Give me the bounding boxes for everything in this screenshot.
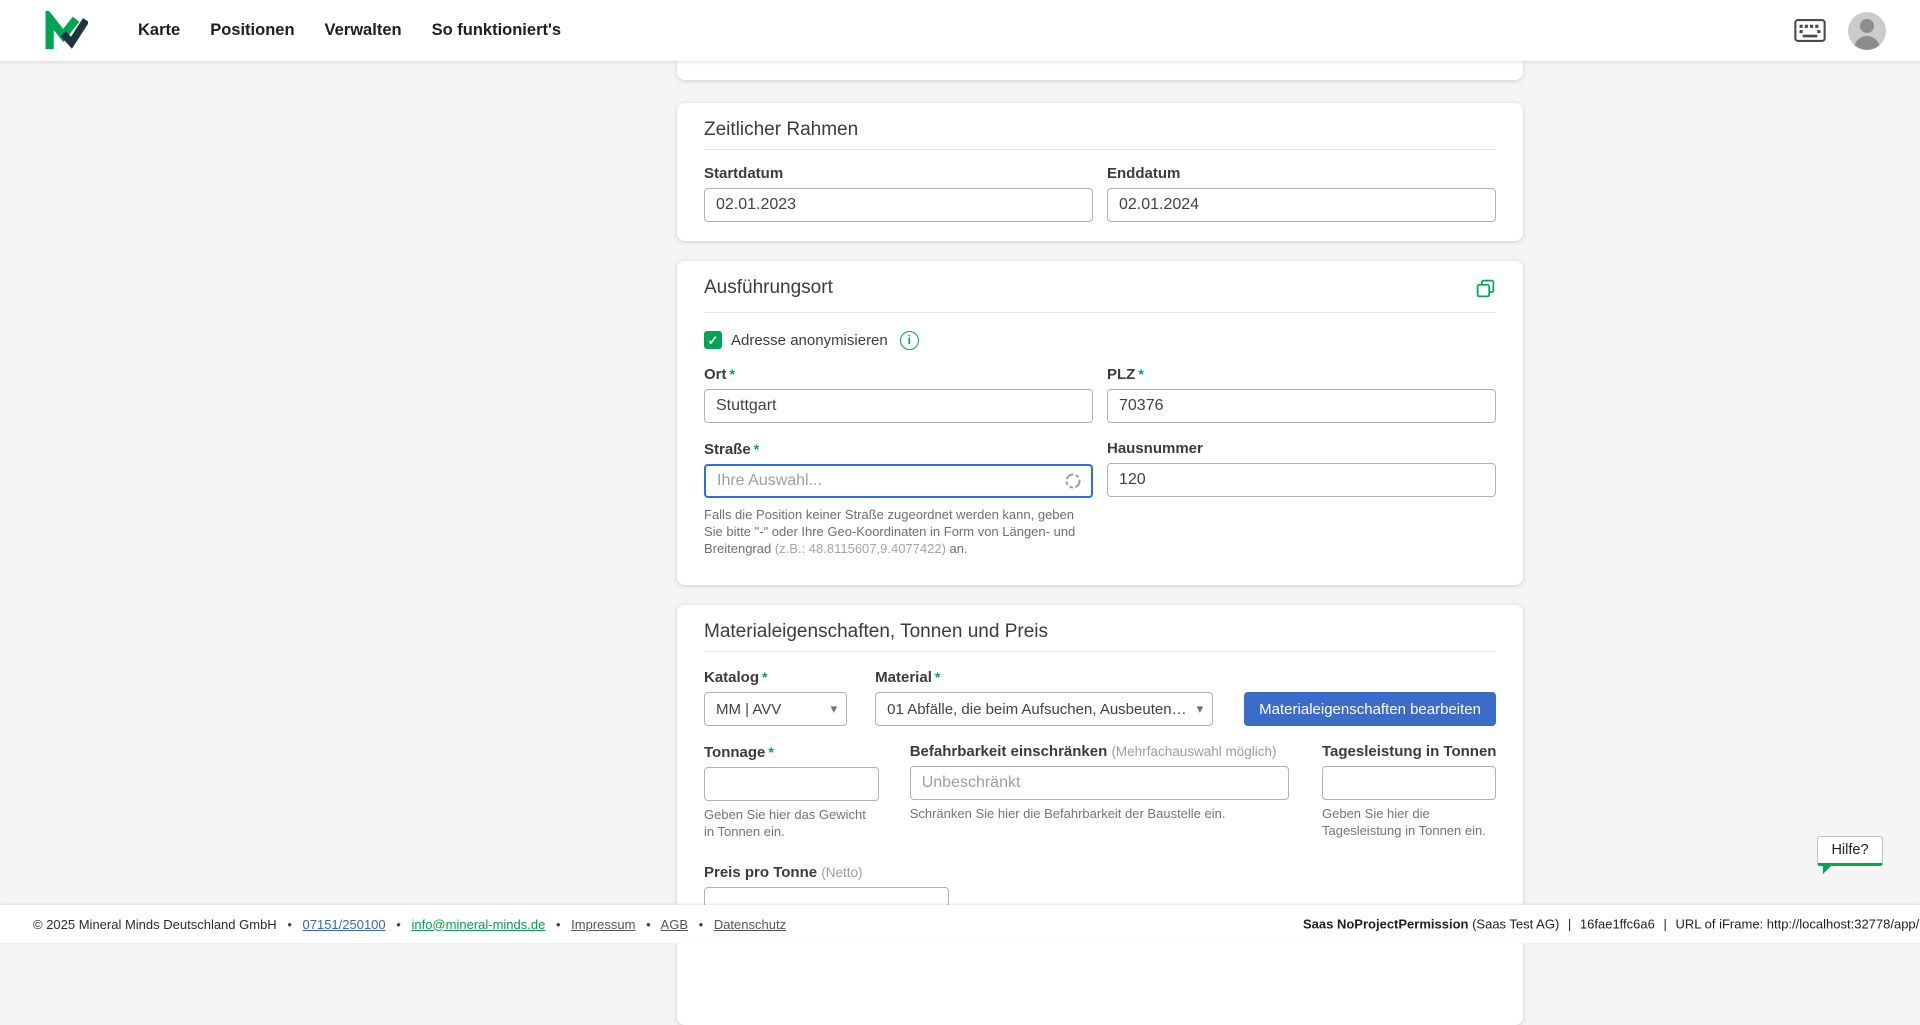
footer: © 2025 Mineral Minds Deutschland GmbH • … <box>0 905 1920 943</box>
required-marker: * <box>762 669 767 685</box>
info-icon[interactable]: i <box>900 331 919 350</box>
startdatum-input[interactable] <box>704 188 1093 222</box>
datenschutz-link[interactable]: Datenschutz <box>714 917 786 932</box>
strasse-field: Straße* <box>704 440 1093 498</box>
strasse-input[interactable] <box>704 464 1093 498</box>
anonymize-checkbox[interactable]: ✓ <box>704 331 722 349</box>
strasse-label: Straße* <box>704 440 1093 459</box>
preis-label: Preis pro Tonne (Netto) <box>704 864 949 882</box>
plz-label: PLZ* <box>1107 365 1496 384</box>
app-permission-text: Saas NoProjectPermission <box>1303 917 1468 932</box>
ort-label: Ort* <box>704 365 1093 384</box>
enddatum-field: Enddatum <box>1107 165 1496 222</box>
befahrbarkeit-helper-text: Schränken Sie hier die Befahrbarkeit der… <box>910 805 1289 822</box>
required-marker: * <box>768 744 773 760</box>
tagesleistung-input[interactable] <box>1322 766 1496 800</box>
required-marker: * <box>754 441 759 457</box>
phone-link[interactable]: 07151/250100 <box>303 917 386 932</box>
plz-field: PLZ* <box>1107 365 1496 423</box>
user-avatar[interactable] <box>1848 12 1886 50</box>
card-zeitlicher-rahmen: Zeitlicher Rahmen Startdatum Enddatum <box>677 103 1523 241</box>
strasse-helper-text: Falls die Position keiner Straße zugeord… <box>704 506 1086 557</box>
preis-hint: (Netto) <box>821 865 862 880</box>
iframe-url-text: URL of iFrame: http://localhost:32778/ap… <box>1676 917 1920 932</box>
katalog-field: Katalog* MM | AVV ▾ <box>704 668 847 726</box>
befahrbarkeit-hint: (Mehrfachauswahl möglich) <box>1111 744 1276 759</box>
material-field: Material* 01 Abfälle, die beim Aufsuchen… <box>875 668 1213 726</box>
required-marker: * <box>1138 366 1143 382</box>
hausnummer-field: Hausnummer <box>1107 440 1496 498</box>
chevron-down-icon: ▾ <box>1197 701 1204 717</box>
befahrbarkeit-input[interactable] <box>910 766 1289 800</box>
hausnummer-label: Hausnummer <box>1107 440 1496 458</box>
loading-spinner-icon <box>1064 472 1082 490</box>
impressum-link[interactable]: Impressum <box>571 917 635 932</box>
main-nav: Karte Positionen Verwalten So funktionie… <box>138 21 561 40</box>
card-title-ausfuehrungsort: Ausführungsort <box>704 276 833 299</box>
divider <box>704 312 1496 313</box>
tagesleistung-label: Tagesleistung in Tonnen <box>1322 743 1496 761</box>
separator-dot: • <box>699 917 704 932</box>
help-button[interactable]: Hilfe? <box>1817 836 1883 866</box>
navbar-actions <box>1794 12 1886 50</box>
anonymize-label[interactable]: Adresse anonymisieren <box>731 332 888 349</box>
top-navbar: Karte Positionen Verwalten So funktionie… <box>0 0 1920 61</box>
enddatum-label: Enddatum <box>1107 165 1496 183</box>
enddatum-input[interactable] <box>1107 188 1496 222</box>
required-marker: * <box>935 669 940 685</box>
logo-icon <box>44 11 88 51</box>
material-label: Material* <box>875 668 1213 687</box>
tonnage-label: Tonnage* <box>704 743 879 762</box>
ort-field: Ort* <box>704 365 1093 423</box>
separator-pipe: | <box>1664 917 1667 932</box>
ort-input[interactable] <box>704 389 1093 423</box>
card-materialeigenschaften: Materialeigenschaften, Tonnen und Preis … <box>677 605 1523 1025</box>
check-icon: ✓ <box>708 334 719 347</box>
copyright-text: © 2025 Mineral Minds Deutschland GmbH <box>33 917 277 932</box>
nav-item-verwalten[interactable]: Verwalten <box>325 21 402 40</box>
person-icon <box>1860 19 1874 33</box>
footer-right: Saas NoProjectPermission (Saas Test AG) … <box>1303 917 1920 932</box>
separator-pipe: | <box>1568 917 1571 932</box>
separator-dot: • <box>287 917 292 932</box>
befahrbarkeit-label: Befahrbarkeit einschränken (Mehrfachausw… <box>910 743 1289 761</box>
separator-dot: • <box>646 917 651 932</box>
keyboard-icon[interactable] <box>1794 19 1826 42</box>
agb-link[interactable]: AGB <box>661 917 688 932</box>
anonymize-row: ✓ Adresse anonymisieren i <box>704 330 1496 350</box>
startdatum-label: Startdatum <box>704 165 1093 183</box>
tonnage-helper-text: Geben Sie hier das Gewicht in Tonnen ein… <box>704 806 879 840</box>
divider <box>704 651 1496 652</box>
required-marker: * <box>730 366 735 382</box>
card-title-materialeigenschaften: Materialeigenschaften, Tonnen und Preis <box>704 620 1496 643</box>
chevron-down-icon: ▾ <box>831 701 838 717</box>
card-ausfuehrungsort: Ausführungsort ✓ Adresse anonymisieren i… <box>677 261 1523 585</box>
separator-dot: • <box>396 917 401 932</box>
nav-item-so-funktionierts[interactable]: So funktioniert's <box>432 21 562 40</box>
tonnage-input[interactable] <box>704 767 879 801</box>
tagesleistung-field: Tagesleistung in Tonnen Geben Sie hier d… <box>1322 743 1496 839</box>
copy-icon[interactable] <box>1475 278 1496 304</box>
hausnummer-input[interactable] <box>1107 463 1496 497</box>
befahrbarkeit-field: Befahrbarkeit einschränken (Mehrfachausw… <box>910 743 1289 822</box>
form-content: Zeitlicher Rahmen Startdatum Enddatum Au… <box>677 0 1523 943</box>
org-text: (Saas Test AG) <box>1472 917 1559 932</box>
material-select[interactable]: 01 Abfälle, die beim Aufsuchen, Ausbeute… <box>875 692 1213 726</box>
tagesleistung-helper-text: Geben Sie hier die Tagesleistung in Tonn… <box>1322 805 1496 839</box>
footer-left: © 2025 Mineral Minds Deutschland GmbH • … <box>33 917 786 932</box>
nav-item-karte[interactable]: Karte <box>138 21 180 40</box>
plz-input[interactable] <box>1107 389 1496 423</box>
card-title-zeitlicher-rahmen: Zeitlicher Rahmen <box>704 118 1496 141</box>
session-id-text: 16fae1ffc6a6 <box>1580 917 1655 932</box>
startdatum-field: Startdatum <box>704 165 1093 222</box>
katalog-select[interactable]: MM | AVV ▾ <box>704 692 847 726</box>
edit-material-properties-button[interactable]: Materialeigenschaften bearbeiten <box>1244 692 1496 726</box>
separator-dot: • <box>556 917 561 932</box>
tonnage-field: Tonnage* Geben Sie hier das Gewicht in T… <box>704 743 879 840</box>
divider <box>704 149 1496 150</box>
email-link[interactable]: info@mineral-minds.de <box>411 917 545 932</box>
nav-item-positionen[interactable]: Positionen <box>210 21 294 40</box>
katalog-label: Katalog* <box>704 668 847 687</box>
mineral-minds-logo[interactable] <box>44 11 88 51</box>
